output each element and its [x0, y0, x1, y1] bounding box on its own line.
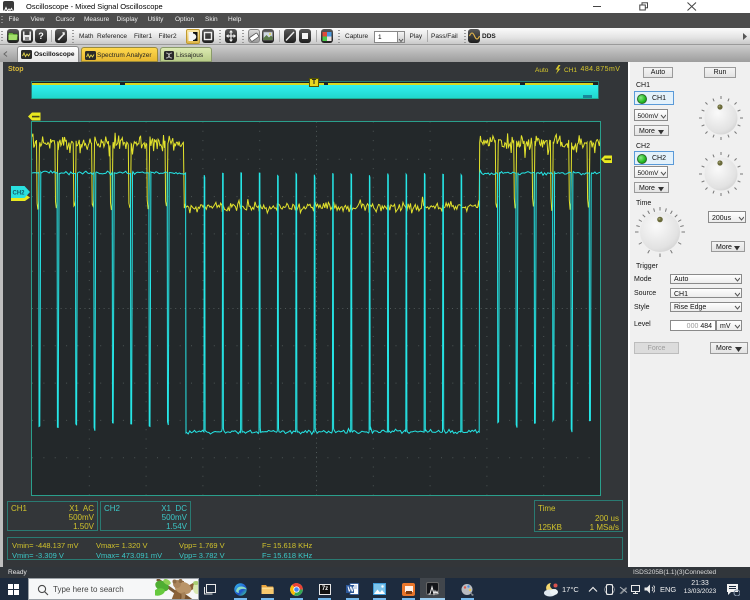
svg-text:CH2: CH2 [13, 191, 26, 197]
svg-text:W: W [348, 587, 355, 594]
